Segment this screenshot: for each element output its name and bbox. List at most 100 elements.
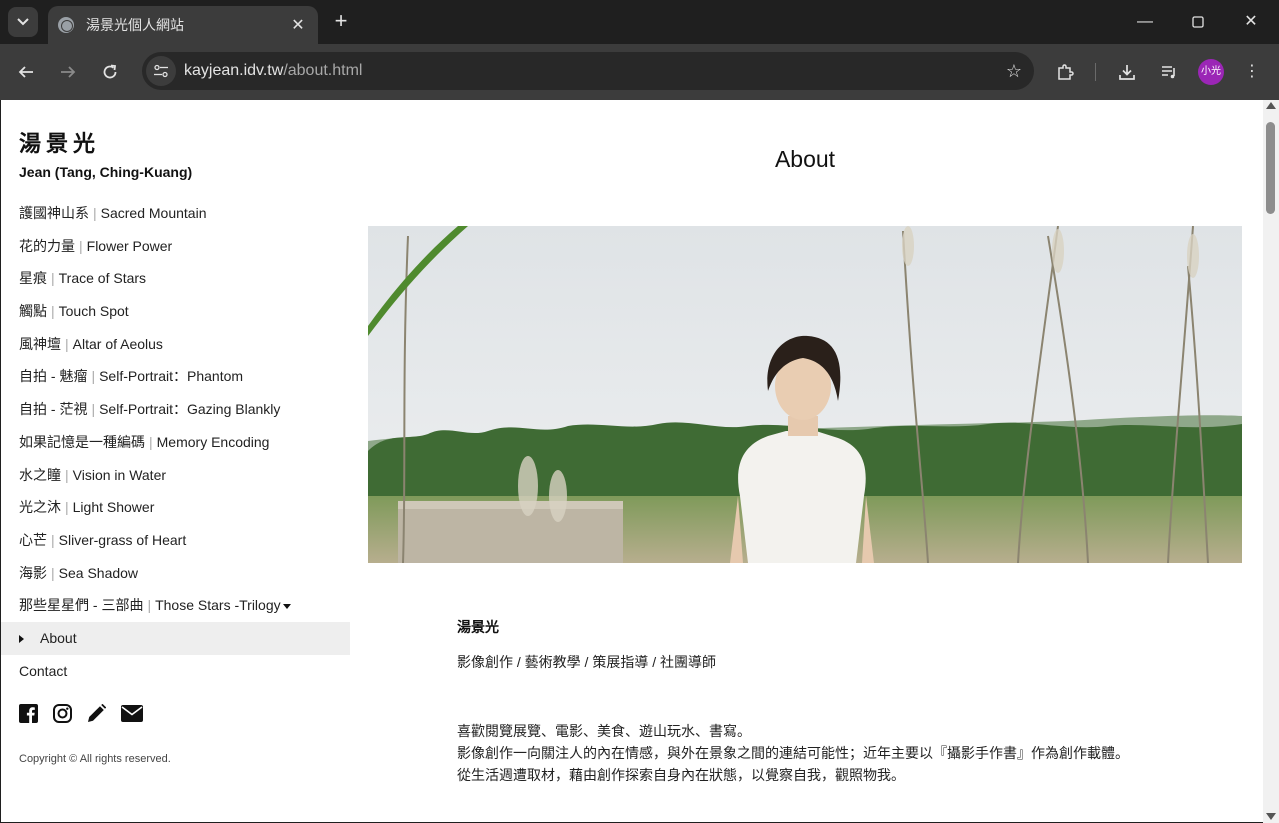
scroll-up-icon[interactable]	[1266, 102, 1276, 109]
bio-roles: 影像創作 / 藝術教學 / 策展指導 / 社團導師	[457, 654, 717, 670]
sidebar-item-zh: 如果記憶是一種編碼	[19, 433, 145, 450]
sidebar-item-en: Sacred Mountain	[100, 205, 207, 221]
tab-title: 湯景光個人網站	[86, 17, 184, 33]
separator: |	[147, 597, 152, 614]
sidebar-item-sea-shadow[interactable]: 海影 | Sea Shadow	[1, 557, 350, 590]
pencil-icon[interactable]	[87, 704, 106, 723]
menu-icon[interactable]: ⋮	[1238, 58, 1266, 86]
sidebar-item-vision-in-water[interactable]: 水之瞳 | Vision in Water	[1, 459, 350, 492]
separator: |	[65, 335, 69, 352]
site-name[interactable]: 湯景光	[19, 126, 100, 158]
caret-down-icon	[282, 604, 291, 610]
sidebar-item-self-portrait-gazing[interactable]: 自拍 - 茫視 | Self-Portrait：Gazing Blankly	[1, 393, 350, 426]
sidebar-item-en: Those Stars -Trilogy	[155, 597, 281, 614]
sidebar-item-en: Self-Portrait：Phantom	[99, 368, 244, 385]
separator: |	[79, 237, 83, 254]
sidebar-item-sacred-mountain[interactable]: 護國神山系 | Sacred Mountain	[1, 197, 350, 230]
back-icon	[18, 66, 33, 78]
close-icon[interactable]: ✕	[288, 15, 308, 35]
media-icon[interactable]	[1155, 58, 1183, 86]
portrait-photo	[368, 226, 1242, 563]
sidebar-item-en: Touch Spot	[58, 303, 129, 320]
instagram-icon[interactable]	[53, 704, 72, 723]
sidebar-item-en: Light Shower	[72, 499, 155, 516]
scrollbar-thumb[interactable]	[1266, 122, 1275, 214]
reload-button[interactable]	[96, 58, 124, 86]
sidebar-item-label: Contact	[19, 662, 68, 679]
separator: |	[51, 303, 55, 320]
sidebar-item-en: Trace of Stars	[58, 270, 147, 287]
browser-toolbar: kayjean.idv.tw/about.html ☆ 小光 ⋮	[0, 44, 1279, 100]
sidebar-item-zh: 護國神山系	[19, 205, 89, 221]
extensions-icon[interactable]	[1051, 58, 1079, 86]
sidebar-item-contact[interactable]: Contact	[1, 655, 350, 688]
sidebar-item-en: Self-Portrait：Gazing Blankly	[99, 401, 281, 418]
sidebar-item-zh: 心芒	[19, 531, 47, 548]
sidebar-item-en: Memory Encoding	[156, 433, 270, 450]
browser-tab[interactable]: 湯景光個人網站 ✕	[48, 6, 318, 44]
envelope-icon[interactable]	[121, 705, 143, 722]
facebook-icon[interactable]	[19, 704, 38, 723]
site-info-icon[interactable]	[146, 56, 176, 86]
separator: |	[51, 270, 55, 287]
sidebar-item-zh: 觸點	[19, 303, 47, 320]
separator: |	[65, 466, 69, 483]
sidebar-item-zh: 光之沐	[19, 499, 61, 516]
sidebar: 湯景光 Jean (Tang, Ching-Kuang) 護國神山系 | Sacre…	[1, 100, 350, 822]
bio-line: 喜歡閱覽展覽、電影、美食、遊山玩水、書寫。	[457, 723, 751, 739]
sidebar-item-touch-spot[interactable]: 觸點 | Touch Spot	[1, 295, 350, 328]
window-close-button[interactable]: ✕	[1236, 10, 1266, 34]
sidebar-item-zh: 那些星星們 - 三部曲	[19, 597, 144, 614]
sidebar-item-en: Flower Power	[86, 237, 173, 254]
sidebar-item-en: Altar of Aeolus	[72, 335, 163, 352]
star-icon[interactable]: ☆	[994, 61, 1034, 82]
sidebar-item-flower-power[interactable]: 花的力量 | Flower Power	[1, 230, 350, 263]
maximize-icon	[1192, 16, 1204, 28]
download-icon[interactable]	[1113, 58, 1141, 86]
sidebar-menu: 護國神山系 | Sacred Mountain 花的力量 | Flower Power …	[1, 197, 350, 687]
minimize-button[interactable]: —	[1130, 10, 1160, 34]
sidebar-item-self-portrait-phantom[interactable]: 自拍 - 魅瘤 | Self-Portrait：Phantom	[1, 360, 350, 393]
sidebar-item-about[interactable]: About	[1, 621, 350, 655]
sidebar-item-trace-of-stars[interactable]: 星痕 | Trace of Stars	[1, 262, 350, 295]
forward-button[interactable]	[54, 58, 82, 86]
url-host: kayjean.idv.tw	[184, 62, 284, 79]
bio-line: 影像創作一向關注人的內在情感，與外在景象之間的連結可能性；近年主要以『攝影手作書…	[457, 745, 1129, 761]
separator: |	[51, 564, 55, 581]
sidebar-item-zh: 自拍 - 魅瘤	[19, 368, 88, 385]
separator: |	[65, 499, 69, 516]
sidebar-item-zh: 水之瞳	[19, 466, 61, 483]
url-text: kayjean.idv.tw/about.html	[184, 62, 994, 80]
social-links	[19, 704, 143, 723]
page-viewport: 湯景光 Jean (Tang, Ching-Kuang) 護國神山系 | Sacre…	[1, 100, 1263, 822]
toolbar-separator	[1095, 63, 1096, 81]
copyright-text: Copyright © All rights reserved.	[19, 753, 171, 765]
new-tab-button[interactable]: +	[329, 10, 353, 34]
sidebar-item-light-shower[interactable]: 光之沐 | Light Shower	[1, 491, 350, 524]
site-subtitle: Jean (Tang, Ching-Kuang)	[19, 164, 193, 180]
sidebar-item-en: Vision in Water	[72, 466, 167, 483]
separator: |	[91, 401, 96, 418]
caret-right-icon	[19, 635, 24, 644]
sidebar-item-altar-of-aeolus[interactable]: 風神壇 | Altar of Aeolus	[1, 328, 350, 361]
separator: |	[51, 531, 55, 548]
chevron-down-icon	[17, 18, 29, 26]
sidebar-item-en: Sliver-grass of Heart	[58, 531, 187, 548]
address-bar[interactable]: kayjean.idv.tw/about.html ☆	[142, 52, 1034, 90]
sidebar-item-memory-encoding[interactable]: 如果記憶是一種編碼 | Memory Encoding	[1, 426, 350, 459]
profile-avatar[interactable]: 小光	[1198, 59, 1224, 85]
tab-strip: 湯景光個人網站 ✕ + — ✕	[0, 0, 1279, 44]
back-button[interactable]	[12, 58, 40, 86]
bio-text: 喜歡閱覽展覽、電影、美食、遊山玩水、書寫。 影像創作一向關注人的內在情感，與外在…	[457, 720, 1129, 786]
maximize-button[interactable]	[1183, 10, 1213, 34]
hero-photo	[368, 226, 1242, 563]
scroll-down-icon[interactable]	[1266, 813, 1276, 820]
sidebar-item-zh: 風神壇	[19, 335, 61, 352]
page-title: About	[774, 146, 836, 172]
bio-name: 湯景光	[457, 619, 499, 635]
globe-icon	[58, 17, 74, 33]
sidebar-item-those-stars-dropdown[interactable]: 那些星星們 - 三部曲 | Those Stars -Trilogy	[1, 589, 350, 622]
sidebar-item-sliver-grass[interactable]: 心芒 | Sliver-grass of Heart	[1, 524, 350, 557]
page-scrollbar[interactable]	[1263, 100, 1279, 823]
tab-search-button[interactable]	[8, 7, 38, 37]
